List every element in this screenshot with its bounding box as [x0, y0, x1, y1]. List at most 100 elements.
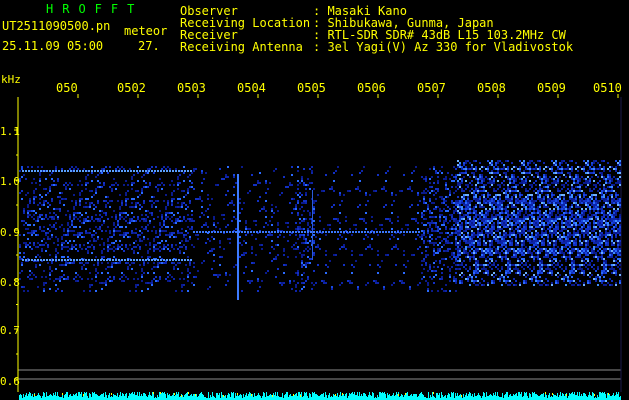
carrier-dot	[61, 170, 63, 172]
carrier-dot	[163, 259, 165, 261]
y-tick-label: 0.7	[0, 324, 20, 337]
carrier-dot	[199, 231, 201, 233]
carrier-dot	[166, 259, 168, 261]
carrier-dot	[40, 259, 42, 261]
x-tick-label: 0509	[537, 81, 566, 95]
carrier-dot	[121, 170, 123, 172]
x-tick-label: 0510	[593, 81, 622, 95]
carrier-dot	[415, 231, 417, 233]
carrier-dot	[298, 231, 300, 233]
carrier-dot	[349, 231, 351, 233]
carrier-dot	[109, 170, 111, 172]
carrier-dot	[166, 170, 168, 172]
carrier-dot	[40, 170, 42, 172]
carrier-dot	[259, 231, 261, 233]
carrier-dot	[241, 231, 243, 233]
carrier-dot	[43, 259, 45, 261]
carrier-dot	[34, 170, 36, 172]
carrier-dot	[295, 231, 297, 233]
carrier-dot	[115, 259, 117, 261]
spectrogram-noise	[19, 160, 621, 300]
carrier-dot	[277, 231, 279, 233]
carrier-dot	[274, 231, 276, 233]
carrier-dot	[49, 259, 51, 261]
carrier-dot	[88, 259, 90, 261]
carrier-dot	[163, 170, 165, 172]
app-title: HROFFT	[46, 2, 144, 16]
count-label: 27.	[138, 39, 160, 53]
carrier-dot	[223, 231, 225, 233]
carrier-dot	[265, 231, 267, 233]
y-tick-label: 0.8	[0, 276, 20, 289]
carrier-dot	[244, 231, 246, 233]
filename-label: UT2511090500.pn	[2, 19, 111, 33]
carrier-dot	[28, 170, 30, 172]
carrier-dot	[214, 231, 216, 233]
carrier-dot	[145, 259, 147, 261]
carrier-dot	[55, 170, 57, 172]
carrier-dot	[202, 231, 204, 233]
carrier-dot	[112, 259, 114, 261]
x-tick-label: 0504	[237, 81, 266, 95]
carrier-dot	[256, 231, 258, 233]
carrier-dot	[184, 170, 186, 172]
antenna-label: Receiving Antenna	[180, 40, 303, 54]
carrier-dot	[154, 170, 156, 172]
carrier-dot	[52, 170, 54, 172]
carrier-dot	[418, 231, 420, 233]
carrier-dot	[67, 259, 69, 261]
carrier-dot	[229, 231, 231, 233]
carrier-dot	[142, 259, 144, 261]
carrier-dot	[118, 259, 120, 261]
carrier-dot	[289, 231, 291, 233]
carrier-dot	[64, 170, 66, 172]
spectrogram-svg	[14, 94, 622, 400]
carrier-dot	[145, 170, 147, 172]
carrier-dot	[37, 170, 39, 172]
carrier-dot	[73, 170, 75, 172]
carrier-dot	[301, 231, 303, 233]
carrier-dot	[271, 231, 273, 233]
carrier-dot	[100, 259, 102, 261]
carrier-dot	[97, 259, 99, 261]
carrier-dot	[262, 231, 264, 233]
carrier-dot	[355, 231, 357, 233]
carrier-dot	[118, 170, 120, 172]
carrier-dot	[121, 259, 123, 261]
y-tick-label: 1.0	[0, 175, 20, 188]
carrier-dot	[388, 231, 390, 233]
carrier-dot	[160, 259, 162, 261]
carrier-dot	[364, 231, 366, 233]
carrier-dot	[196, 231, 198, 233]
carrier-dot	[136, 259, 138, 261]
carrier-dot	[70, 170, 72, 172]
hrofft-window: HROFFT UT2511090500.pn meteor 25.11.09 0…	[0, 0, 629, 400]
carrier-dot	[148, 259, 150, 261]
carrier-dot	[250, 231, 252, 233]
carrier-dot	[394, 231, 396, 233]
carrier-dot	[286, 231, 288, 233]
carrier-dot	[148, 170, 150, 172]
carrier-dot	[337, 231, 339, 233]
carrier-dot	[157, 259, 159, 261]
carrier-dot	[247, 231, 249, 233]
carrier-dot	[316, 231, 318, 233]
carrier-dot	[172, 170, 174, 172]
carrier-dot	[397, 231, 399, 233]
carrier-dot	[184, 259, 186, 261]
x-tick-label: 050	[56, 81, 78, 95]
carrier-dot	[232, 231, 234, 233]
carrier-dot	[82, 170, 84, 172]
carrier-dot	[112, 170, 114, 172]
y-tick-label: 0.9	[0, 226, 20, 239]
carrier-dot	[280, 231, 282, 233]
carrier-dot	[22, 170, 24, 172]
carrier-dot	[178, 170, 180, 172]
carrier-dot	[115, 170, 117, 172]
x-tick-label: 0506	[357, 81, 386, 95]
carrier-dot	[172, 259, 174, 261]
carrier-dot	[211, 231, 213, 233]
carrier-dot	[55, 259, 57, 261]
carrier-dot	[190, 170, 192, 172]
carrier-dot	[313, 231, 315, 233]
